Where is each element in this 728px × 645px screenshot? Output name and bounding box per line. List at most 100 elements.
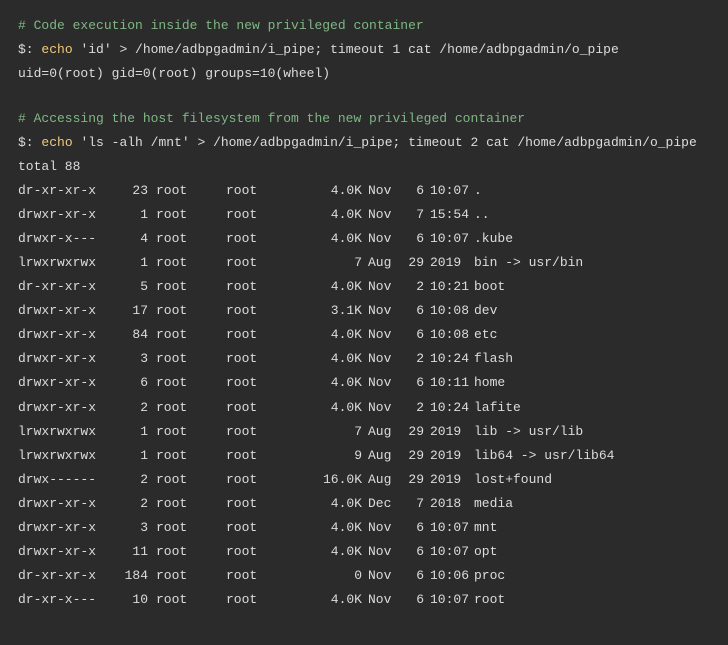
col-size: 9	[306, 444, 368, 468]
col-size: 7	[306, 420, 368, 444]
col-perm: lrwxrwxrwx	[18, 420, 108, 444]
col-grp: root	[226, 444, 306, 468]
col-grp: root	[226, 468, 306, 492]
col-time: 2019	[430, 420, 474, 444]
col-name: proc	[474, 564, 505, 588]
listing-row: dr-xr-xr-x5rootroot4.0KNov210:21boot	[18, 275, 710, 299]
col-mon: Aug	[368, 420, 400, 444]
col-own: root	[156, 347, 226, 371]
col-size: 4.0K	[306, 179, 368, 203]
col-mon: Nov	[368, 203, 400, 227]
col-mon: Nov	[368, 540, 400, 564]
col-perm: dr-xr-xr-x	[18, 275, 108, 299]
col-time: 10:07	[430, 179, 474, 203]
col-day: 6	[400, 588, 430, 612]
col-perm: drwxr-xr-x	[18, 492, 108, 516]
col-name: .	[474, 179, 482, 203]
col-name: lib -> usr/lib	[474, 420, 583, 444]
col-links: 3	[108, 516, 156, 540]
col-time: 2019	[430, 468, 474, 492]
col-size: 3.1K	[306, 299, 368, 323]
col-day: 6	[400, 516, 430, 540]
col-size: 0	[306, 564, 368, 588]
col-name: home	[474, 371, 505, 395]
col-grp: root	[226, 179, 306, 203]
listing-row: drwxr-xr-x6rootroot4.0KNov610:11home	[18, 371, 710, 395]
col-own: root	[156, 540, 226, 564]
col-name: root	[474, 588, 505, 612]
col-links: 184	[108, 564, 156, 588]
col-links: 1	[108, 420, 156, 444]
col-size: 4.0K	[306, 347, 368, 371]
col-mon: Nov	[368, 588, 400, 612]
col-links: 2	[108, 492, 156, 516]
col-grp: root	[226, 371, 306, 395]
col-grp: root	[226, 227, 306, 251]
col-size: 4.0K	[306, 492, 368, 516]
col-grp: root	[226, 492, 306, 516]
col-name: media	[474, 492, 513, 516]
col-time: 2019	[430, 251, 474, 275]
col-perm: drwx------	[18, 468, 108, 492]
col-links: 6	[108, 371, 156, 395]
col-perm: drwxr-xr-x	[18, 203, 108, 227]
col-grp: root	[226, 564, 306, 588]
col-day: 6	[400, 299, 430, 323]
listing-row: drwxr-xr-x17rootroot3.1KNov610:08dev	[18, 299, 710, 323]
col-mon: Nov	[368, 275, 400, 299]
col-mon: Nov	[368, 516, 400, 540]
listing-row: drwxr-xr-x1rootroot4.0KNov715:54..	[18, 203, 710, 227]
col-own: root	[156, 323, 226, 347]
prompt: $:	[18, 135, 34, 150]
col-own: root	[156, 275, 226, 299]
col-grp: root	[226, 588, 306, 612]
col-perm: drwxr-xr-x	[18, 323, 108, 347]
listing-row: drwxr-xr-x3rootroot4.0KNov610:07mnt	[18, 516, 710, 540]
listing-row: drwxr-xr-x11rootroot4.0KNov610:07opt	[18, 540, 710, 564]
col-size: 4.0K	[306, 396, 368, 420]
directory-listing: dr-xr-xr-x23rootroot4.0KNov610:07.drwxr-…	[18, 179, 710, 612]
col-name: lafite	[474, 396, 521, 420]
col-day: 29	[400, 420, 430, 444]
col-own: root	[156, 227, 226, 251]
col-time: 10:08	[430, 299, 474, 323]
col-grp: root	[226, 540, 306, 564]
col-size: 4.0K	[306, 588, 368, 612]
col-links: 23	[108, 179, 156, 203]
col-time: 10:07	[430, 516, 474, 540]
col-day: 7	[400, 492, 430, 516]
col-grp: root	[226, 420, 306, 444]
col-grp: root	[226, 323, 306, 347]
listing-row: drwxr-xr-x3rootroot4.0KNov210:24flash	[18, 347, 710, 371]
col-day: 7	[400, 203, 430, 227]
col-perm: lrwxrwxrwx	[18, 251, 108, 275]
command-line: $: echo 'id' > /home/adbpgadmin/i_pipe; …	[18, 38, 710, 62]
col-links: 1	[108, 203, 156, 227]
col-name: lib64 -> usr/lib64	[474, 444, 614, 468]
command-args: 'id' > /home/adbpgadmin/i_pipe; timeout …	[80, 42, 618, 57]
col-mon: Nov	[368, 347, 400, 371]
col-day: 6	[400, 564, 430, 588]
col-own: root	[156, 468, 226, 492]
col-own: root	[156, 396, 226, 420]
col-links: 3	[108, 347, 156, 371]
col-time: 2018	[430, 492, 474, 516]
listing-row: lrwxrwxrwx1rootroot7Aug292019lib -> usr/…	[18, 420, 710, 444]
col-grp: root	[226, 251, 306, 275]
col-day: 2	[400, 347, 430, 371]
listing-row: lrwxrwxrwx1rootroot7Aug292019bin -> usr/…	[18, 251, 710, 275]
col-grp: root	[226, 299, 306, 323]
terminal-output: # Code execution inside the new privileg…	[18, 14, 710, 612]
col-perm: lrwxrwxrwx	[18, 444, 108, 468]
col-day: 29	[400, 444, 430, 468]
col-day: 6	[400, 227, 430, 251]
comment-line: # Accessing the host filesystem from the…	[18, 107, 710, 131]
col-name: opt	[474, 540, 497, 564]
col-links: 17	[108, 299, 156, 323]
col-day: 29	[400, 468, 430, 492]
col-links: 4	[108, 227, 156, 251]
col-time: 10:11	[430, 371, 474, 395]
col-own: root	[156, 420, 226, 444]
col-name: boot	[474, 275, 505, 299]
col-day: 29	[400, 251, 430, 275]
